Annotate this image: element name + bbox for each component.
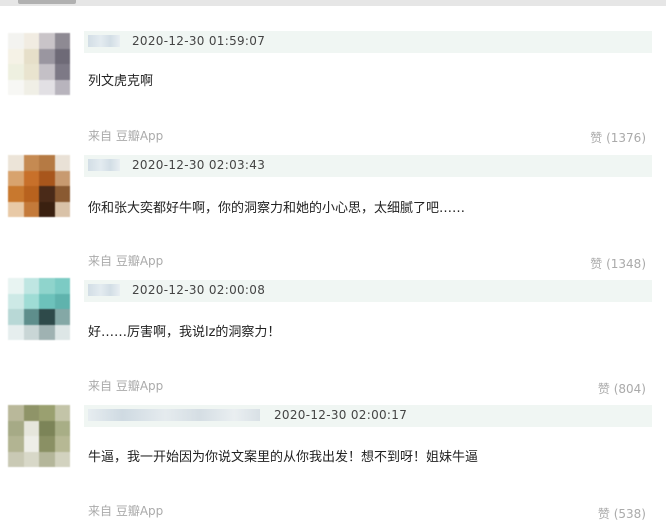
avatar[interactable] bbox=[8, 155, 70, 217]
comment-text: 列文虎克啊 bbox=[88, 74, 154, 89]
comment-item: 2020-12-30 02:03:43 你和张大奕都好牛啊，你的洞察力和她的小心… bbox=[0, 125, 666, 271]
username-blurred[interactable] bbox=[88, 35, 120, 47]
comment-header: 2020-12-30 02:03:43 bbox=[84, 155, 652, 177]
comment-text: 好……厉害啊，我说lz的洞察力！ bbox=[88, 325, 281, 340]
comment-source: 来自 豆瓣App bbox=[88, 504, 164, 518]
username-blurred[interactable] bbox=[88, 284, 120, 296]
comment-header: 2020-12-30 02:00:08 bbox=[84, 280, 652, 302]
avatar[interactable] bbox=[8, 33, 70, 95]
avatar[interactable] bbox=[8, 405, 70, 467]
avatar[interactable] bbox=[8, 278, 70, 340]
comment-item: 2020-12-30 02:00:17 牛逼，我一开始因为你说文案里的从你我出发… bbox=[0, 375, 666, 521]
comment-header: 2020-12-30 01:59:07 bbox=[84, 31, 652, 53]
comment-item: 2020-12-30 02:00:08 好……厉害啊，我说lz的洞察力！ 来自 … bbox=[0, 250, 666, 396]
username-blurred[interactable] bbox=[88, 159, 120, 171]
like-button[interactable]: 赞 (538) bbox=[598, 505, 646, 522]
username-blurred[interactable] bbox=[88, 409, 260, 421]
comment-time: 2020-12-30 02:00:17 bbox=[274, 408, 408, 422]
comment-item: 2020-12-30 01:59:07 列文虎克啊 来自 豆瓣App 赞 (13… bbox=[0, 0, 666, 145]
comment-text: 牛逼，我一开始因为你说文案里的从你我出发！想不到呀！姐妹牛逼 bbox=[88, 450, 479, 465]
comment-time: 2020-12-30 02:03:43 bbox=[132, 158, 266, 172]
comment-text: 你和张大奕都好牛啊，你的洞察力和她的小心思，太细腻了吧…… bbox=[88, 201, 466, 216]
comment-header: 2020-12-30 02:00:17 bbox=[84, 405, 652, 427]
comment-time: 2020-12-30 01:59:07 bbox=[132, 34, 266, 48]
comment-time: 2020-12-30 02:00:08 bbox=[132, 283, 266, 297]
